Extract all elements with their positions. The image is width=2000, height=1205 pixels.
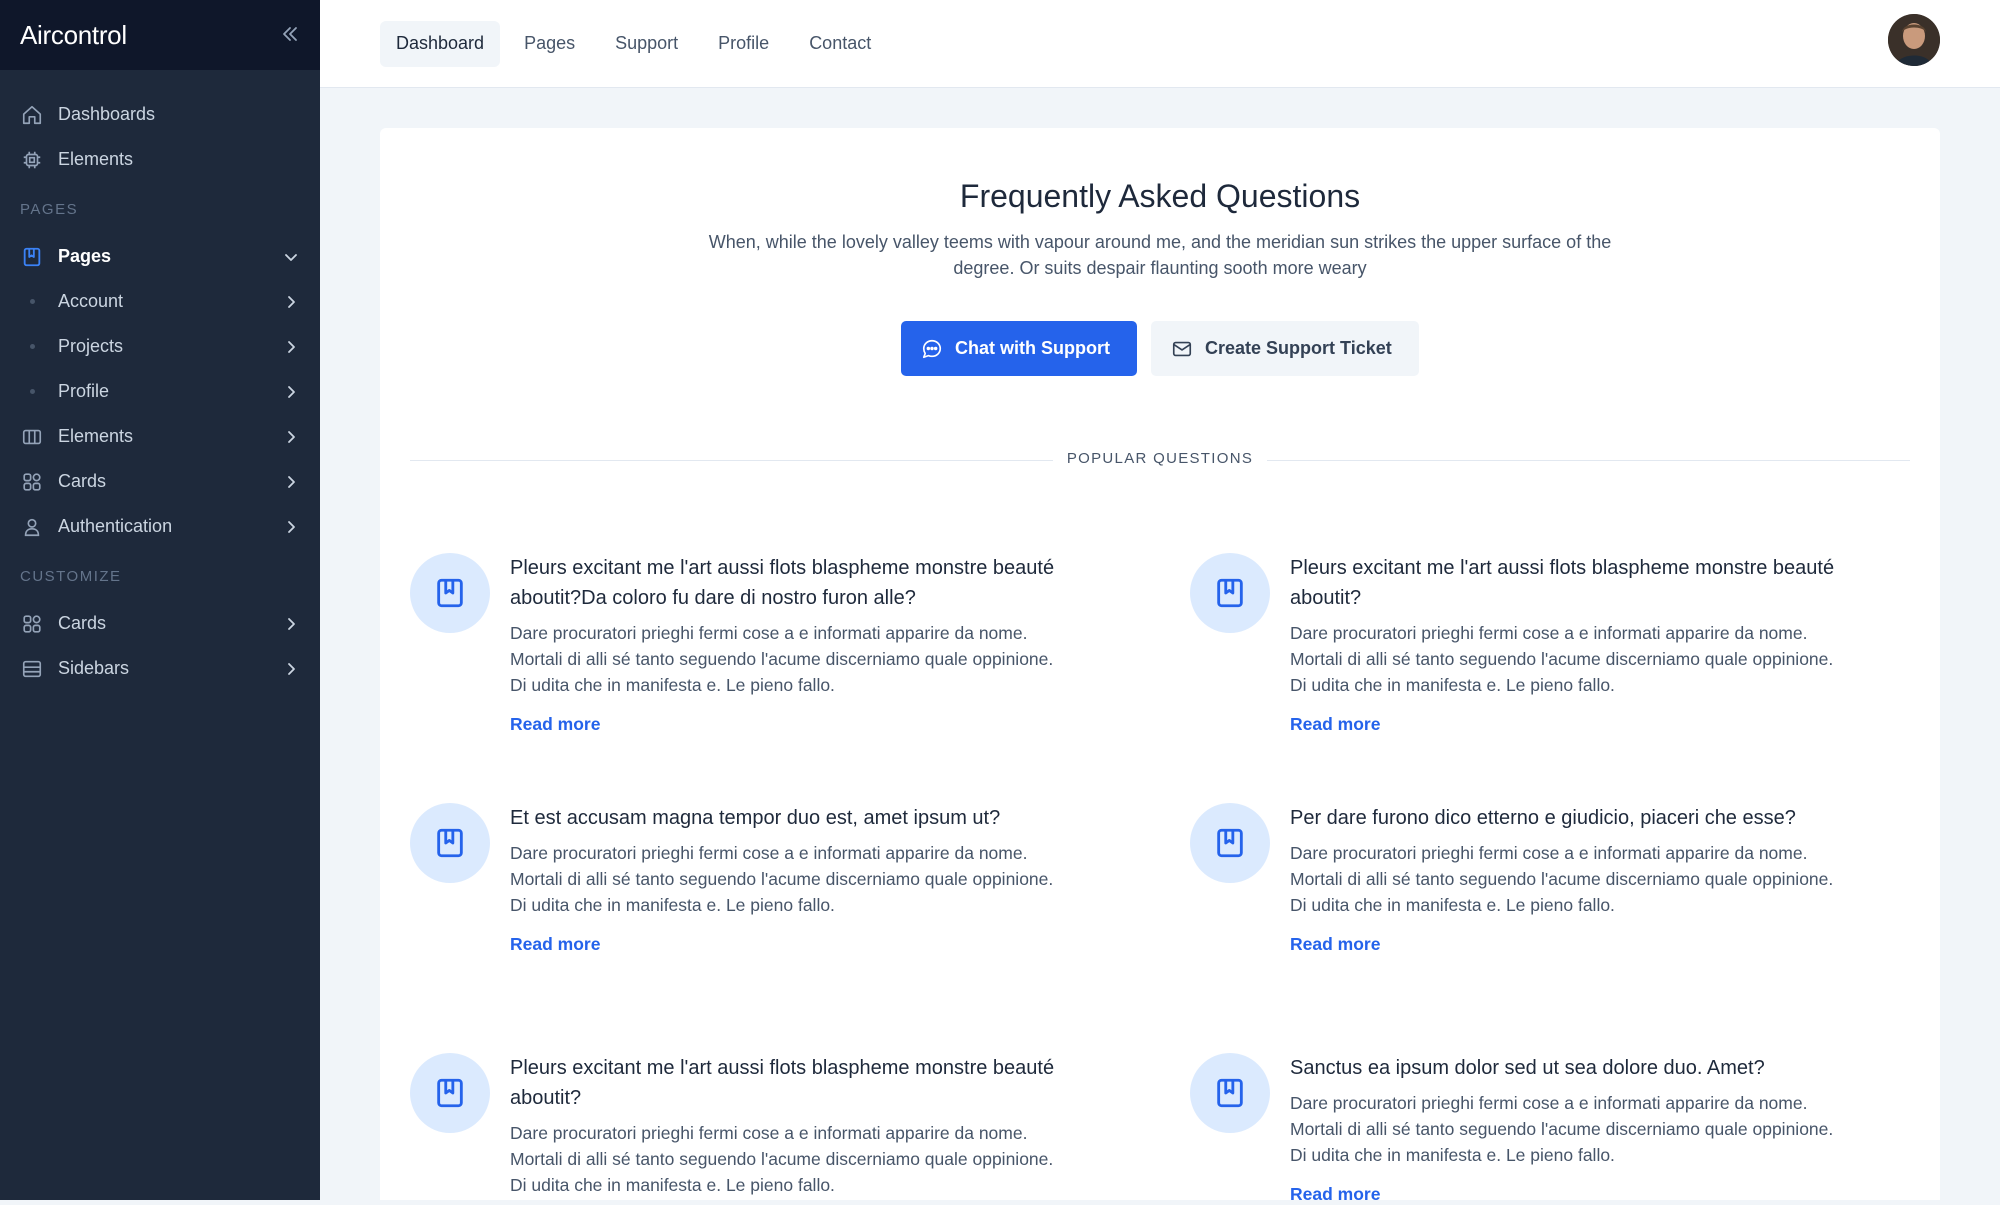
- tab-pages[interactable]: Pages: [508, 21, 591, 67]
- faq-question: Pleurs excitant me l'art aussi flots bla…: [510, 1057, 1055, 1109]
- sidebar-item-label: Cards: [58, 471, 107, 491]
- faq-question: Sanctus ea ipsum dolor sed ut sea dolore…: [1290, 1057, 1765, 1079]
- bookmark-book-icon: [410, 553, 490, 633]
- chat-with-support-button[interactable]: Chat with Support: [901, 321, 1137, 376]
- home-icon: [20, 103, 44, 127]
- sidebar-item-cards-customize[interactable]: Cards: [0, 601, 320, 646]
- bookmark-book-icon: [1190, 553, 1270, 633]
- sidebar-item-label: Sidebars: [58, 658, 130, 678]
- bookmark-book-icon: [410, 803, 490, 883]
- section-heading-pages: PAGES: [20, 200, 79, 218]
- read-more-link[interactable]: Read more: [510, 714, 1070, 735]
- chat-bubble-icon: [921, 338, 943, 360]
- sidebar-nav: Dashboards Elements PAGES Pages Account: [0, 70, 320, 691]
- sidebar-item-pages[interactable]: Pages: [0, 234, 320, 279]
- create-support-ticket-button[interactable]: Create Support Ticket: [1151, 321, 1419, 376]
- sidebar-item-label: Elements: [58, 149, 134, 169]
- popular-questions-label: POPULAR QUESTIONS: [1052, 450, 1268, 467]
- chevron-right-icon: [282, 615, 300, 633]
- faq-answer: Dare procuratori prieghi fermi cose a e …: [1290, 1093, 1834, 1165]
- sidebar-item-sidebars[interactable]: Sidebars: [0, 646, 320, 691]
- sidebar-item-label: Dashboards: [58, 104, 156, 124]
- chip-icon: [20, 148, 44, 172]
- sidebar-subitem-projects[interactable]: Projects: [0, 324, 320, 369]
- faq-question: Pleurs excitant me l'art aussi flots bla…: [1290, 557, 1835, 609]
- tab-contact[interactable]: Contact: [793, 21, 887, 67]
- faq-question: Pleurs excitant me l'art aussi flots bla…: [510, 557, 1055, 609]
- bookmark-book-icon: [410, 1053, 490, 1133]
- sidebar-subitem-profile[interactable]: Profile: [0, 369, 320, 414]
- sidebar-item-label: Cards: [58, 613, 107, 633]
- faq-answer: Dare procuratori prieghi fermi cose a e …: [510, 843, 1054, 915]
- bullet-icon: [20, 344, 44, 349]
- action-buttons: Chat with Support Create Support Ticket: [380, 321, 1940, 376]
- sidebar-item-label: Projects: [58, 336, 124, 356]
- faq-card: Frequently Asked Questions When, while t…: [380, 128, 1940, 1204]
- tab-dashboard[interactable]: Dashboard: [380, 20, 501, 67]
- read-more-link[interactable]: Read more: [1290, 1184, 1850, 1205]
- sidebar-item-cards[interactable]: Cards: [0, 459, 320, 504]
- tab-profile[interactable]: Profile: [702, 21, 785, 67]
- chevron-right-icon: [282, 660, 300, 678]
- top-navbar: Dashboard Pages Support Profile Contact: [320, 0, 2000, 88]
- popular-questions-heading: POPULAR QUESTIONS: [380, 450, 1940, 468]
- sidebar-item-label: Elements: [58, 426, 134, 446]
- faq-answer: Dare procuratori prieghi fermi cose a e …: [1290, 843, 1834, 915]
- sidebar-item-dashboards[interactable]: Dashboards: [0, 92, 320, 137]
- brand-header: Aircontrol: [0, 0, 320, 70]
- chat-with-support-label: Chat with Support: [955, 338, 1110, 358]
- chevron-right-icon: [282, 383, 300, 401]
- sidebar-item-elements[interactable]: Elements: [0, 137, 320, 182]
- mail-icon: [1171, 338, 1193, 360]
- chevron-right-icon: [282, 293, 300, 311]
- read-more-link[interactable]: Read more: [1290, 714, 1850, 735]
- user-icon: [20, 515, 44, 539]
- read-more-link[interactable]: Read more: [1290, 934, 1850, 955]
- bullet-icon: [20, 299, 44, 304]
- chevron-right-icon: [282, 518, 300, 536]
- sidebar-item-label: Profile: [58, 381, 110, 401]
- layout-icon: [20, 657, 44, 681]
- brand-logo[interactable]: Aircontrol: [20, 20, 127, 51]
- sidebar-item-elements-pages[interactable]: Elements: [0, 414, 320, 459]
- sidebar-item-label: Pages: [58, 246, 112, 266]
- chevron-right-icon: [282, 473, 300, 491]
- book-icon: [20, 245, 44, 269]
- grid-icon: [20, 470, 44, 494]
- read-more-link[interactable]: Read more: [510, 934, 1070, 955]
- collapse-sidebar-icon[interactable]: [280, 21, 300, 49]
- chevron-down-icon: [282, 248, 300, 266]
- faq-question: Per dare furono dico etterno e giudicio,…: [1290, 807, 1796, 829]
- sidebar-item-label: Account: [58, 291, 124, 311]
- grid-icon: [20, 612, 44, 636]
- create-support-ticket-label: Create Support Ticket: [1205, 338, 1392, 358]
- faq-answer: Dare procuratori prieghi fermi cose a e …: [510, 623, 1054, 695]
- faq-question: Et est accusam magna tempor duo est, ame…: [510, 807, 1001, 829]
- bookmark-book-icon: [1190, 803, 1270, 883]
- section-heading-customize: CUSTOMIZE: [20, 567, 122, 585]
- sidebar: Aircontrol Dashboards Elements PAGES Pag…: [0, 0, 320, 1200]
- sidebar-subitem-account[interactable]: Account: [0, 279, 320, 324]
- sidebar-item-authentication[interactable]: Authentication: [0, 504, 320, 549]
- chevron-right-icon: [282, 428, 300, 446]
- tab-support[interactable]: Support: [599, 21, 694, 67]
- page-title: Frequently Asked Questions: [959, 178, 1361, 214]
- faq-answer: Dare procuratori prieghi fermi cose a e …: [510, 1123, 1054, 1195]
- columns-icon: [20, 425, 44, 449]
- page-subtitle: When, while the lovely valley teems with…: [708, 232, 1612, 278]
- bookmark-book-icon: [1190, 1053, 1270, 1133]
- sidebar-item-label: Authentication: [58, 516, 173, 536]
- faq-answer: Dare procuratori prieghi fermi cose a e …: [1290, 623, 1834, 695]
- avatar[interactable]: [1888, 14, 1940, 66]
- bullet-icon: [20, 389, 44, 394]
- chevron-right-icon: [282, 338, 300, 356]
